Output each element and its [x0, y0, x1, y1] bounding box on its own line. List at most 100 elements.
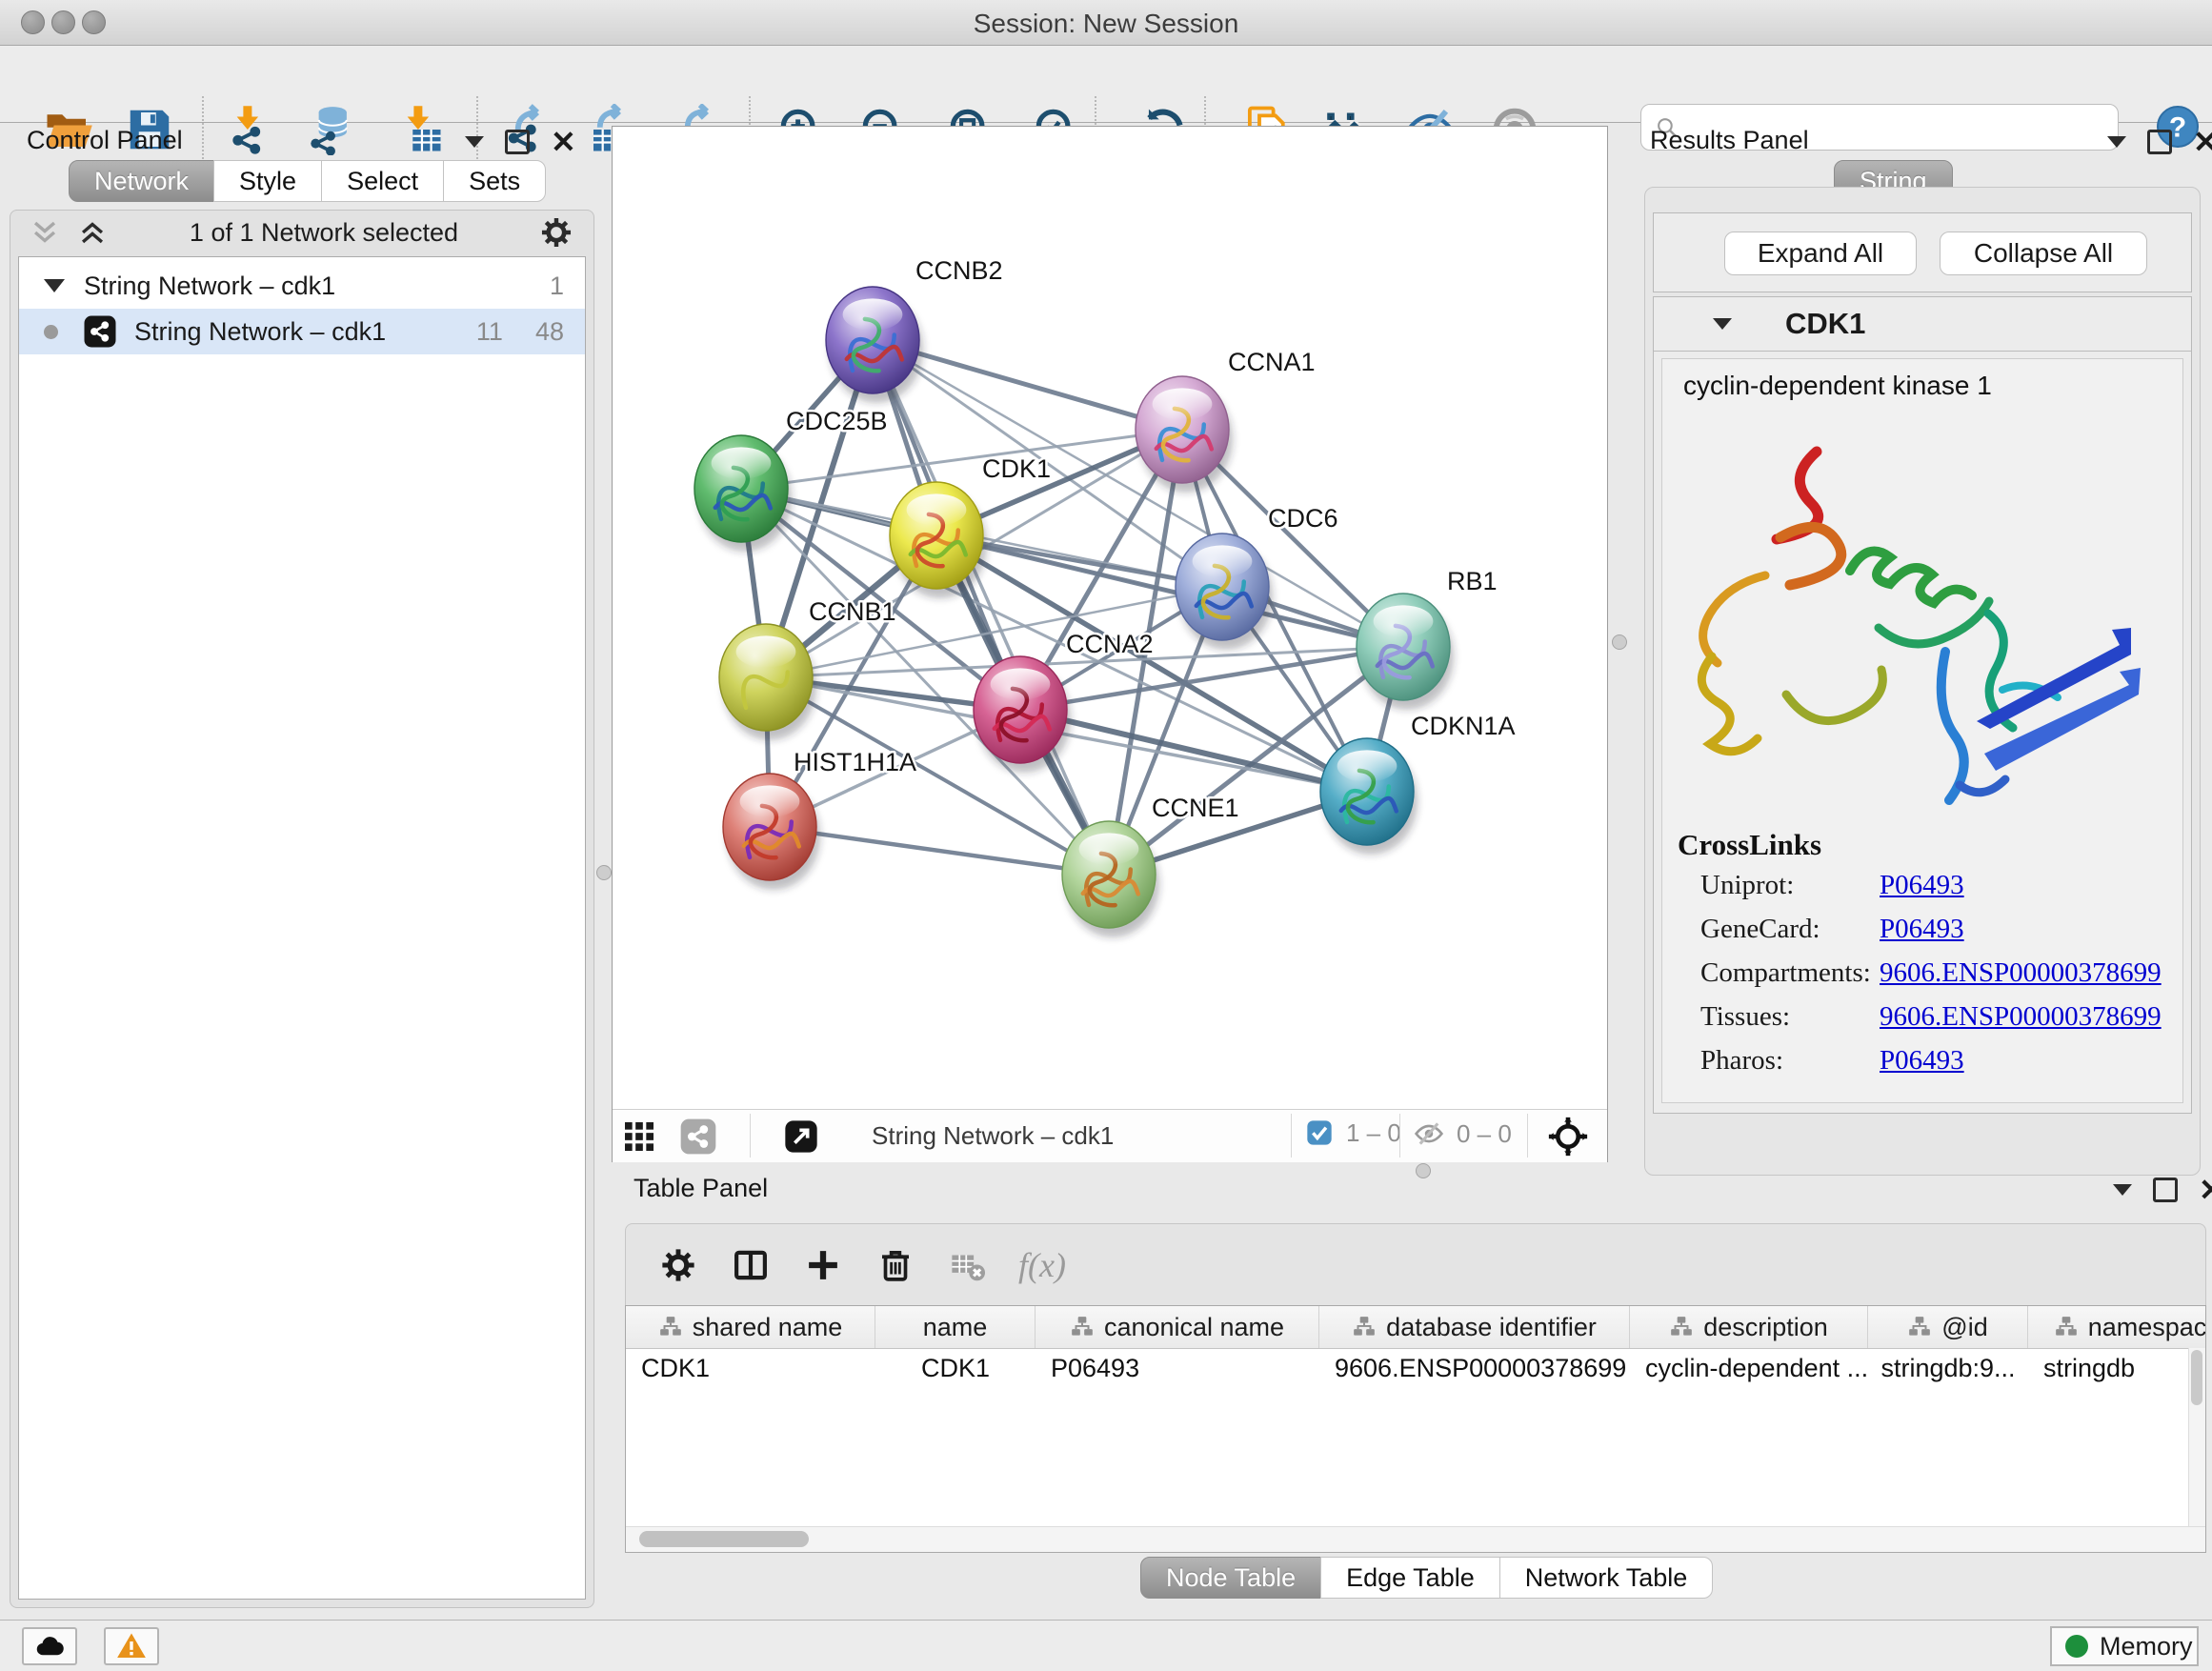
network-node-CCNB1[interactable]: [719, 624, 816, 740]
hidden-elements-indicator[interactable]: 0 – 0: [1413, 1117, 1512, 1150]
gene-section-header[interactable]: CDK1: [1654, 297, 2191, 352]
table-cell[interactable]: CDK1: [626, 1348, 875, 1388]
plus-icon: [803, 1245, 843, 1285]
gear-icon[interactable]: [538, 214, 574, 251]
collapse-all-icon[interactable]: [28, 216, 62, 249]
node-label-RB1: RB1: [1447, 567, 1498, 595]
tab-network-table[interactable]: Network Table: [1499, 1557, 1714, 1599]
crosslink-row: Tissues:9606.ENSP00000378699: [1700, 1001, 1790, 1033]
table-horizontal-scrollbar[interactable]: [626, 1526, 2205, 1552]
column-type-icon: [2054, 1315, 2079, 1339]
cloud-status-button[interactable]: [22, 1627, 77, 1665]
crosshair-icon: [1546, 1115, 1590, 1158]
show-columns-button[interactable]: [729, 1243, 773, 1287]
table-cell[interactable]: CDK1: [875, 1348, 1036, 1388]
close-panel-icon[interactable]: ✕: [551, 132, 576, 151]
table-cell[interactable]: P06493: [1036, 1348, 1319, 1388]
float-panel-icon[interactable]: [2147, 130, 2172, 154]
expand-all-icon[interactable]: [75, 216, 110, 249]
selected-nodes-indicator[interactable]: 1 – 0: [1304, 1117, 1401, 1148]
right-splitter-handle[interactable]: [1612, 634, 1627, 650]
network-view-toolbar: String Network – cdk1 1 – 0 0 – 0: [613, 1109, 1607, 1162]
network-canvas[interactable]: CCNB2CCNA1CDC25BCDK1CDC6RB1CCNB1CCNA2CDK…: [613, 127, 1607, 1109]
network-node-CCNE1[interactable]: [1062, 821, 1159, 937]
network-node-CCNA2[interactable]: [974, 656, 1071, 773]
column-header-id[interactable]: @id: [1868, 1306, 2028, 1348]
table-vertical-scrollbar[interactable]: [2188, 1348, 2205, 1529]
crosslink-label: GeneCard:: [1700, 914, 1820, 944]
crosslink-link[interactable]: P06493: [1880, 914, 1964, 945]
column-header-name[interactable]: name: [875, 1306, 1036, 1348]
network-node-CCNB2[interactable]: [826, 287, 923, 403]
title-bar: Session: New Session: [0, 0, 2212, 46]
table-cell[interactable]: 9606.ENSP00000378699: [1319, 1348, 1630, 1388]
close-panel-icon[interactable]: ✕: [2193, 132, 2212, 151]
node-table: shared namename canonical name database id…: [625, 1305, 2206, 1553]
table-cell[interactable]: stringdb:9...: [1868, 1348, 2028, 1388]
column-header-shared-name[interactable]: shared name: [626, 1306, 875, 1348]
table-cell[interactable]: cyclin-dependent ...: [1630, 1348, 1868, 1388]
function-builder-button[interactable]: f(x): [1018, 1245, 1066, 1285]
delete-table-button[interactable]: [946, 1243, 990, 1287]
panel-menu-icon[interactable]: [2113, 1184, 2132, 1196]
crosslink-row: GeneCard:P06493: [1700, 914, 1820, 945]
table-panel-window-controls: ✕: [2113, 1178, 2212, 1202]
column-header-description[interactable]: description: [1630, 1306, 1868, 1348]
table-cell[interactable]: stringdb: [2028, 1348, 2206, 1388]
column-header-namespace[interactable]: namespace: [2028, 1306, 2206, 1348]
crosslink-link[interactable]: P06493: [1880, 1045, 1964, 1077]
string-view-button[interactable]: [679, 1117, 717, 1156]
application-window: Session: New Session: [0, 0, 2212, 1671]
section-collapse-icon[interactable]: [1713, 318, 1732, 330]
tab-select[interactable]: Select: [321, 160, 444, 202]
column-header-database-identifier[interactable]: database identifier: [1319, 1306, 1630, 1348]
table-toolbar: f(x): [625, 1223, 2206, 1305]
network-edge[interactable]: [1020, 710, 1367, 792]
network-row-selected[interactable]: String Network – cdk1 11 48: [19, 309, 585, 354]
network-node-CDC6[interactable]: [1176, 534, 1273, 650]
network-node-CDC25B[interactable]: [694, 435, 792, 552]
table-tabs: Node TableEdge TableNetwork Table: [1140, 1557, 1713, 1599]
control-panel-title: Control Panel: [27, 126, 183, 155]
table-row[interactable]: CDK1CDK1P064939606.ENSP00000378699cyclin…: [626, 1348, 2206, 1388]
detach-view-button[interactable]: [782, 1117, 820, 1156]
tab-style[interactable]: Style: [213, 160, 322, 202]
crosslink-row: Pharos:P06493: [1700, 1045, 1783, 1077]
network-node-CDKN1A[interactable]: [1320, 738, 1418, 855]
network-collection-row[interactable]: String Network – cdk1 1: [19, 263, 585, 309]
column-header-canonical-name[interactable]: canonical name: [1036, 1306, 1319, 1348]
panel-menu-icon[interactable]: [465, 136, 484, 148]
float-panel-icon[interactable]: [505, 130, 530, 154]
float-panel-icon[interactable]: [2153, 1178, 2178, 1202]
network-node-CDK1[interactable]: [890, 482, 987, 598]
tree-caret-icon[interactable]: [44, 279, 65, 292]
network-edge[interactable]: [770, 827, 1109, 875]
table-panel-title: Table Panel: [633, 1174, 768, 1203]
birdseye-view-button[interactable]: [1546, 1115, 1590, 1158]
create-column-button[interactable]: [801, 1243, 845, 1287]
left-splitter-handle[interactable]: [596, 865, 612, 880]
grid-view-button[interactable]: [620, 1117, 658, 1156]
network-node-RB1[interactable]: [1357, 594, 1454, 710]
delete-column-button[interactable]: [874, 1243, 917, 1287]
table-options-button[interactable]: [656, 1243, 700, 1287]
warnings-button[interactable]: [104, 1627, 159, 1665]
close-panel-icon[interactable]: ✕: [2199, 1180, 2212, 1199]
expand-all-button[interactable]: Expand All: [1724, 232, 1917, 275]
column-header-label: canonical name: [1104, 1313, 1284, 1342]
tab-network[interactable]: Network: [69, 160, 214, 202]
panel-menu-icon[interactable]: [2107, 136, 2126, 148]
crosslink-link[interactable]: 9606.ENSP00000378699: [1880, 1001, 2162, 1033]
crosslink-link[interactable]: P06493: [1880, 870, 1964, 901]
network-node-CCNA1[interactable]: [1136, 376, 1233, 493]
tab-edge-table[interactable]: Edge Table: [1320, 1557, 1500, 1599]
collapse-all-button[interactable]: Collapse All: [1940, 232, 2147, 275]
tab-sets[interactable]: Sets: [443, 160, 546, 202]
crosslink-link[interactable]: 9606.ENSP00000378699: [1880, 957, 2162, 989]
network-node-HIST1H1A[interactable]: [723, 774, 820, 890]
column-header-label: namespace: [2088, 1313, 2206, 1342]
tab-node-table[interactable]: Node Table: [1140, 1557, 1321, 1599]
memory-button[interactable]: Memory: [2050, 1626, 2199, 1666]
network-edge[interactable]: [873, 340, 1109, 875]
grid-icon: [620, 1117, 658, 1156]
